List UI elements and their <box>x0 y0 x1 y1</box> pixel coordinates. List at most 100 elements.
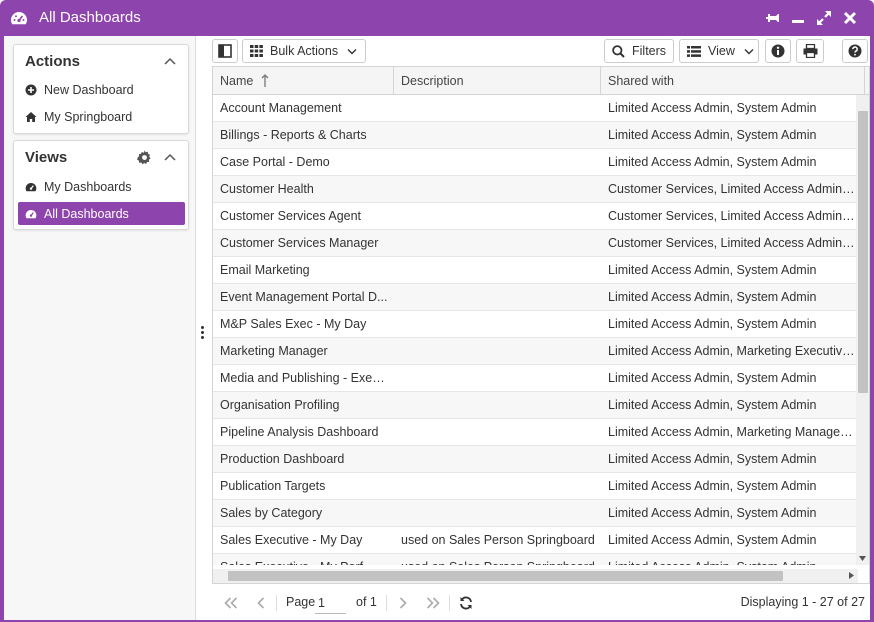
action-new-dashboard[interactable]: New Dashboard <box>18 78 185 101</box>
column-header-description-label: Description <box>401 74 464 88</box>
actions-heading: Actions <box>25 53 81 70</box>
chevron-up-icon[interactable] <box>164 57 176 65</box>
next-page-icon[interactable] <box>394 594 412 612</box>
table-row[interactable]: Case Portal - Demo Limited Access Admin, … <box>213 149 858 176</box>
minimize-icon[interactable] <box>788 8 808 28</box>
table-row[interactable]: Email Marketing Limited Access Admin, Sys… <box>213 257 858 284</box>
cell-shared-with: Limited Access Admin, System Admin <box>608 452 817 466</box>
cell-name: Billings - Reports & Charts <box>220 128 367 142</box>
cell-shared-with: Limited Access Admin, System Admin <box>608 101 817 115</box>
dashboards-list-area: Bulk Actions Filters View Name Descripti… <box>209 36 870 620</box>
cell-shared-with: Limited Access Admin, Marketing Manager,… <box>608 425 856 439</box>
cell-description <box>401 95 599 122</box>
displaying-count: Displaying 1 - 27 of 27 <box>740 595 865 609</box>
table-row[interactable]: Sales Executive - My Day used on Sales Pe… <box>213 527 858 554</box>
table-row[interactable]: Event Management Portal D... Limited Acce… <box>213 284 858 311</box>
page-number-input[interactable] <box>315 592 346 614</box>
cell-shared-with: Customer Services, Limited Access Admin,… <box>608 209 856 223</box>
table-row[interactable]: Customer Health Customer Services, Limite… <box>213 176 858 203</box>
table-row[interactable]: Sales by Category Limited Access Admin, S… <box>213 500 858 527</box>
cell-shared-with: Limited Access Admin, System Admin <box>608 371 817 385</box>
bulk-actions-button[interactable]: Bulk Actions <box>242 39 366 63</box>
cell-name: Production Dashboard <box>220 452 345 466</box>
cell-name: Customer Services Agent <box>220 209 362 223</box>
vertical-scrollbar-thumb[interactable] <box>858 111 868 393</box>
table-row[interactable]: Account Management Limited Access Admin, … <box>213 95 858 122</box>
cell-name: Publication Targets <box>220 479 326 493</box>
table-row[interactable]: Media and Publishing - Exec... Limited Ac… <box>213 365 858 392</box>
cell-description <box>401 500 599 527</box>
column-header-shared-with-label: Shared with <box>608 74 675 88</box>
info-button[interactable] <box>765 39 791 63</box>
filters-button[interactable]: Filters <box>604 39 674 63</box>
cell-name: Customer Health <box>220 182 314 196</box>
table-row[interactable]: Pipeline Analysis Dashboard Limited Acces… <box>213 419 858 446</box>
cell-shared-with: Customer Services, Limited Access Admin,… <box>608 182 856 196</box>
pager-separator <box>449 595 450 611</box>
vertical-scrollbar[interactable] <box>856 95 869 565</box>
title-bar[interactable]: All Dashboards <box>0 0 874 36</box>
previous-page-icon[interactable] <box>252 594 270 612</box>
cell-name: Customer Services Manager <box>220 236 379 250</box>
action-my-springboard[interactable]: My Springboard <box>18 105 185 128</box>
pane-splitter-handle[interactable] <box>201 326 205 342</box>
table-row[interactable]: Production Dashboard Limited Access Admin… <box>213 446 858 473</box>
cell-description <box>401 176 599 203</box>
chevron-down-icon <box>347 48 357 54</box>
window-content: Actions New Dashboard My Springboard Vie… <box>4 36 870 620</box>
views-panel: Views My Dashboards All Dashboards <box>13 140 189 230</box>
help-button[interactable] <box>842 39 868 63</box>
close-icon[interactable] <box>840 8 860 28</box>
print-button[interactable] <box>796 39 824 63</box>
help-icon <box>848 44 862 58</box>
pager-separator <box>276 595 277 611</box>
pin-icon[interactable] <box>763 8 783 28</box>
cell-description <box>401 446 599 473</box>
dashboards-window: All Dashboards Actions New Dashboard My … <box>0 0 874 622</box>
horizontal-scrollbar[interactable] <box>213 569 858 583</box>
cell-name: Event Management Portal D... <box>220 290 388 304</box>
cell-description <box>401 419 599 446</box>
table-row[interactable]: Customer Services Agent Customer Services… <box>213 203 858 230</box>
column-header-name[interactable]: Name <box>213 67 394 95</box>
cell-shared-with: Limited Access Admin, System Admin <box>608 506 817 520</box>
horizontal-scrollbar-thumb[interactable] <box>228 571 783 581</box>
view-my-dashboards-label: My Dashboards <box>44 179 132 194</box>
dashboard-gauge-icon <box>25 208 37 220</box>
view-menu-button[interactable]: View <box>679 39 759 63</box>
toggle-sidebar-button[interactable] <box>212 39 238 63</box>
view-all-dashboards[interactable]: All Dashboards <box>18 202 185 225</box>
cell-shared-with: Limited Access Admin, System Admin <box>608 479 817 493</box>
cell-shared-with: Limited Access Admin, System Admin <box>608 290 817 304</box>
table-row[interactable]: Sales Executive - My Perf... used on Sale… <box>213 554 858 565</box>
view-my-dashboards[interactable]: My Dashboards <box>18 175 185 198</box>
table-row[interactable]: Billings - Reports & Charts Limited Acces… <box>213 122 858 149</box>
table-row[interactable]: Marketing Manager Limited Access Admin, M… <box>213 338 858 365</box>
cell-shared-with: Limited Access Admin, System Admin <box>608 263 817 277</box>
column-header-description[interactable]: Description <box>394 67 601 95</box>
plus-circle-icon <box>25 84 37 96</box>
cell-shared-with: Limited Access Admin, System Admin <box>608 554 856 565</box>
last-page-icon[interactable] <box>424 594 442 612</box>
cell-description <box>401 338 599 365</box>
chevron-up-icon[interactable] <box>164 153 176 161</box>
column-header-shared-with[interactable]: Shared with <box>601 67 865 95</box>
table-row[interactable]: Organisation Profiling Limited Access Adm… <box>213 392 858 419</box>
scroll-right-arrow-icon[interactable] <box>845 569 858 582</box>
scroll-down-arrow-icon[interactable] <box>856 552 869 565</box>
refresh-icon[interactable] <box>457 594 475 612</box>
cell-name: Marketing Manager <box>220 344 328 358</box>
cell-shared-with: Limited Access Admin, System Admin <box>608 398 817 412</box>
table-row[interactable]: M&P Sales Exec - My Day Limited Access Ad… <box>213 311 858 338</box>
table-row[interactable]: Publication Targets Limited Access Admin,… <box>213 473 858 500</box>
gear-icon[interactable] <box>137 150 152 165</box>
cell-name: Case Portal - Demo <box>220 155 330 169</box>
dashboard-gauge-icon <box>10 10 28 26</box>
search-icon <box>612 44 625 58</box>
cell-name: Sales Executive - My Perf... <box>220 554 388 565</box>
cell-name: M&P Sales Exec - My Day <box>220 317 367 331</box>
table-row[interactable]: Customer Services Manager Customer Servic… <box>213 230 858 257</box>
first-page-icon[interactable] <box>222 594 240 612</box>
maximize-icon[interactable] <box>814 8 834 28</box>
cell-description <box>401 284 599 311</box>
